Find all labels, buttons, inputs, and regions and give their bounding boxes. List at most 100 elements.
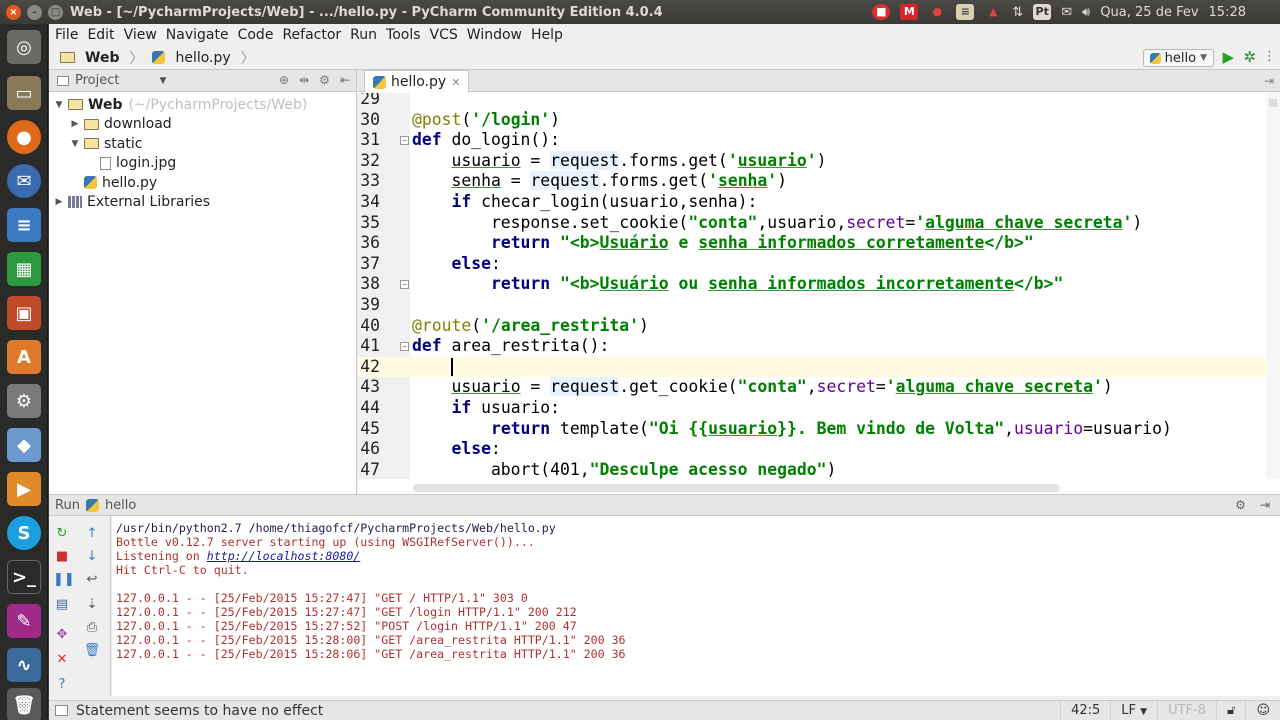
code-line[interactable]: 45 return template("Oi {{usuario}}. Bem … bbox=[358, 419, 1280, 440]
code-line[interactable]: 39 bbox=[358, 295, 1280, 316]
run-icon[interactable]: ▶ bbox=[1222, 48, 1234, 66]
tab-options-icon[interactable]: ⇥ bbox=[1264, 74, 1274, 88]
menu-code[interactable]: Code bbox=[238, 27, 281, 43]
date-label[interactable]: Qua, 25 de Fev bbox=[1100, 5, 1198, 20]
up-arrow-icon[interactable]: ↑ bbox=[83, 525, 101, 543]
close-window-button[interactable]: × bbox=[6, 4, 21, 20]
debug-icon[interactable]: ✲ bbox=[1243, 48, 1256, 66]
code-line[interactable]: 44 if usuario: bbox=[358, 398, 1280, 419]
tab-hello-py[interactable]: hello.py ✕ bbox=[364, 70, 470, 93]
terminal-icon[interactable]: >_ bbox=[7, 560, 41, 594]
collapsed-arrow-icon[interactable]: ▶ bbox=[69, 119, 81, 129]
clock-label[interactable]: 15:28 bbox=[1209, 5, 1246, 20]
code-line[interactable]: 47 abort(401,"Desculpe acesso negado") bbox=[358, 460, 1280, 479]
horizontal-scrollbar[interactable] bbox=[413, 484, 1060, 492]
stop-record-icon[interactable]: ■ bbox=[872, 4, 891, 20]
expanded-arrow-icon[interactable]: ▼ bbox=[69, 139, 81, 149]
menu-vcs[interactable]: VCS bbox=[430, 27, 465, 43]
menu-view[interactable]: View bbox=[124, 27, 164, 43]
code-line[interactable]: 30 @post('/login') bbox=[358, 110, 1280, 131]
lock-icon[interactable]: 🔓︎ bbox=[1216, 701, 1245, 720]
breadcrumb-project[interactable]: Web bbox=[57, 50, 119, 66]
dash-icon[interactable]: ◎ bbox=[7, 30, 41, 64]
collapsed-arrow-icon[interactable]: ▶ bbox=[53, 197, 65, 207]
expanded-arrow-icon[interactable]: ▼ bbox=[53, 100, 65, 110]
inspector-icon[interactable]: ☺ bbox=[1245, 701, 1280, 720]
stop-icon[interactable]: ■ bbox=[53, 548, 71, 566]
console-link[interactable]: http://localhost:8080/ bbox=[207, 549, 361, 563]
code-line[interactable]: 31 − def do_login(): bbox=[358, 130, 1280, 151]
hide-icon[interactable]: ⇥ bbox=[1260, 498, 1270, 512]
code-line[interactable]: 34 if checar_login(usuario,senha): bbox=[358, 192, 1280, 213]
menu-edit[interactable]: Edit bbox=[87, 27, 121, 43]
minimize-window-button[interactable]: – bbox=[27, 4, 42, 20]
writer-icon[interactable]: ≡ bbox=[7, 208, 41, 242]
menu-refactor[interactable]: Refactor bbox=[282, 27, 348, 43]
menu-file[interactable]: File bbox=[55, 27, 85, 43]
code-line[interactable]: 42 bbox=[358, 356, 1280, 378]
menu-help[interactable]: Help bbox=[531, 27, 570, 43]
pin-icon[interactable]: ✥ bbox=[53, 626, 71, 644]
camera-icon[interactable]: ● bbox=[928, 4, 946, 20]
code-line[interactable]: 41 − def area_restrita(): bbox=[358, 336, 1280, 357]
menu-navigate[interactable]: Navigate bbox=[166, 27, 236, 43]
code-line[interactable]: 36 return "<b>Usuário e senha informados… bbox=[358, 233, 1280, 254]
firefox-icon[interactable]: ● bbox=[7, 120, 41, 154]
code-line[interactable]: 43 usuario = request.get_cookie("conta",… bbox=[358, 377, 1280, 398]
tree-item[interactable]: login.jpg bbox=[49, 154, 356, 174]
calc-icon[interactable]: ▦ bbox=[7, 252, 41, 286]
project-panel-title[interactable]: Project bbox=[75, 73, 119, 88]
layout-icon[interactable]: ▤ bbox=[53, 596, 71, 614]
menu-window[interactable]: Window bbox=[467, 27, 529, 43]
software-center-icon[interactable]: A bbox=[7, 340, 41, 374]
mega-icon[interactable]: M bbox=[900, 4, 919, 20]
menu-tools[interactable]: Tools bbox=[386, 27, 428, 43]
toggle-tool-windows-icon[interactable] bbox=[55, 705, 68, 716]
tree-item[interactable]: ▼ static bbox=[49, 134, 356, 154]
help-icon[interactable]: ? bbox=[53, 676, 71, 694]
code-line[interactable]: 32 usuario = request.forms.get('usuario'… bbox=[358, 150, 1280, 172]
gear-icon[interactable]: ⚙ bbox=[319, 73, 330, 87]
tree-item[interactable]: ▼ Web (~/PycharmProjects/Web) bbox=[49, 95, 356, 115]
maximize-window-button[interactable]: □ bbox=[48, 4, 63, 20]
breadcrumb-file[interactable]: hello.py bbox=[149, 50, 231, 66]
gear-icon[interactable]: ⚙ bbox=[1235, 498, 1246, 512]
menu-run[interactable]: Run bbox=[350, 27, 384, 43]
keyboard-layout-indicator[interactable]: Pt bbox=[1033, 4, 1052, 20]
code-area[interactable]: 29 30 @post('/login') 31− def do_login(): 32 … bbox=[358, 93, 1280, 479]
tree-item[interactable]: ▶ download bbox=[49, 115, 356, 135]
settings-icon[interactable]: ⚙ bbox=[7, 384, 41, 418]
fold-marker-icon[interactable]: − bbox=[400, 136, 409, 146]
code-line[interactable]: 37 else: bbox=[358, 254, 1280, 275]
down-arrow-icon[interactable]: ↓ bbox=[83, 548, 101, 566]
close-tab-icon[interactable]: ✕ bbox=[451, 76, 460, 89]
warning-icon[interactable]: ▲ bbox=[984, 4, 1002, 20]
run-config-select[interactable]: hello ▼ bbox=[1142, 49, 1214, 67]
clipboard-icon[interactable]: ≡ bbox=[956, 4, 975, 20]
console-output[interactable]: /usr/bin/python2.7 /home/thiagofcf/Pycha… bbox=[112, 516, 1280, 696]
files-icon[interactable]: ▭ bbox=[7, 76, 41, 110]
monitor-icon[interactable]: ∿ bbox=[7, 648, 41, 682]
mail-icon[interactable]: ✉ bbox=[1061, 5, 1072, 20]
box-icon[interactable]: ◆ bbox=[7, 428, 41, 462]
impress-icon[interactable]: ▣ bbox=[7, 296, 41, 330]
code-line[interactable]: 40 @route('/area_restrita') bbox=[358, 316, 1280, 337]
caret-position[interactable]: 42:5 bbox=[1060, 701, 1110, 720]
pause-icon[interactable]: ❚❚ bbox=[53, 571, 75, 589]
paint-icon[interactable]: ✎ bbox=[7, 604, 41, 638]
code-line[interactable]: 33 senha = request.forms.get('senha') bbox=[358, 171, 1280, 192]
close-icon[interactable]: ✕ bbox=[53, 651, 71, 669]
chevron-down-icon[interactable]: ▼ bbox=[159, 76, 166, 86]
network-icon[interactable]: ⇅ bbox=[1012, 5, 1023, 20]
wrap-icon[interactable]: ↩ bbox=[83, 571, 101, 589]
file-encoding[interactable]: UTF-8 bbox=[1157, 701, 1216, 720]
trash-icon[interactable]: 🗑︎ bbox=[7, 688, 41, 720]
tree-item[interactable]: hello.py bbox=[49, 173, 356, 193]
collapse-icon[interactable]: ⇹ bbox=[299, 73, 309, 87]
scroll-end-icon[interactable]: ⇣ bbox=[83, 596, 101, 614]
locate-icon[interactable]: ⊕ bbox=[279, 73, 289, 87]
clear-icon[interactable]: 🗑︎ bbox=[83, 642, 101, 660]
skype-icon[interactable]: S bbox=[7, 516, 41, 550]
run-panel-title[interactable]: Run bbox=[55, 498, 80, 513]
fold-marker-icon[interactable]: − bbox=[400, 342, 409, 352]
